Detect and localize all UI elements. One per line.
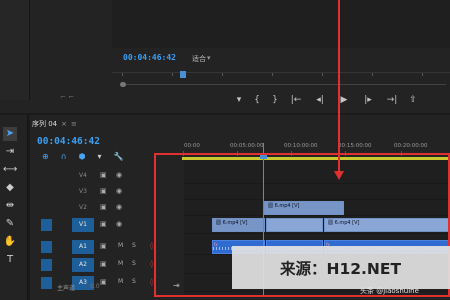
video-preview bbox=[112, 0, 450, 48]
track-label[interactable]: V3 bbox=[72, 185, 94, 199]
ruler-tick bbox=[172, 73, 173, 76]
watermark-text: 来源：H12.NET bbox=[280, 260, 402, 278]
ruler-tick bbox=[122, 73, 123, 76]
track-label[interactable]: A2 bbox=[72, 258, 94, 272]
film-icon[interactable]: ▣ bbox=[100, 278, 107, 286]
mute-button[interactable]: M bbox=[118, 278, 123, 285]
slip-tool-icon[interactable]: ⇹ bbox=[3, 199, 17, 213]
program-monitor: 00:04:46:42 适合 ▾ ⌐ ⌐ ▾ { } |← ◂| ▶ |▸ →|… bbox=[0, 0, 450, 113]
ruler-tick bbox=[422, 73, 423, 76]
hand-tool-icon[interactable]: ✋ bbox=[3, 235, 17, 249]
mute-button[interactable]: M bbox=[118, 260, 123, 267]
play-icon[interactable]: ▶ bbox=[332, 93, 356, 107]
type-tool-icon[interactable]: T bbox=[3, 253, 17, 267]
step-forward-icon[interactable]: |▸ bbox=[356, 93, 380, 107]
track-header-a2: A2 ▣ M S ◊ bbox=[30, 257, 154, 273]
menu-icon[interactable]: ≡ bbox=[71, 120, 77, 128]
transport-controls: ▾ { } |← ◂| ▶ |▸ →| ⇧ bbox=[230, 93, 422, 107]
lift-icon[interactable]: ⇧ bbox=[404, 93, 422, 107]
go-to-in-icon[interactable]: |← bbox=[284, 93, 308, 107]
film-icon[interactable]: ▣ bbox=[100, 203, 107, 211]
ruler-tick bbox=[272, 73, 273, 76]
track-header-v4: V4 ▣ ◉ bbox=[30, 168, 154, 184]
keyframe-icon[interactable]: ◊ bbox=[150, 242, 153, 250]
keyframe-icon[interactable]: ◊ bbox=[150, 260, 153, 268]
eye-icon[interactable]: ◉ bbox=[116, 171, 122, 179]
source-patch[interactable] bbox=[41, 259, 52, 271]
monitor-playhead[interactable] bbox=[180, 71, 186, 78]
go-to-out-icon[interactable]: →| bbox=[380, 93, 404, 107]
film-icon[interactable]: ▣ bbox=[100, 260, 107, 268]
tools-panel: ➤ ⇥ ⟷ ◆ ⇹ ✎ ✋ T bbox=[0, 115, 28, 300]
fit-dropdown[interactable]: 适合 bbox=[192, 54, 206, 64]
monitor-zoom-scrollbar[interactable] bbox=[112, 82, 450, 87]
marker-icon[interactable]: ▾ bbox=[230, 93, 248, 107]
ripple-edit-tool-icon[interactable]: ⟷ bbox=[3, 163, 17, 177]
eye-icon[interactable]: ◉ bbox=[116, 203, 122, 211]
mute-button[interactable]: M bbox=[118, 242, 123, 249]
eye-icon[interactable]: ◉ bbox=[116, 187, 122, 195]
eye-icon[interactable]: ◉ bbox=[116, 220, 122, 228]
keyframe-icon[interactable]: ◊ bbox=[150, 278, 153, 286]
ruler-label: 00:00 bbox=[184, 143, 200, 149]
ruler-label: 00:05:00:00 bbox=[230, 143, 264, 149]
wrench-icon[interactable]: ⌐ ⌐ bbox=[60, 93, 74, 101]
film-icon[interactable]: ▣ bbox=[100, 220, 107, 228]
annotation-arrow-line bbox=[338, 0, 340, 178]
track-header-v3: V3 ▣ ◉ bbox=[30, 184, 154, 200]
ruler-label: 00:10:00:00 bbox=[284, 143, 318, 149]
sequence-tab-label: 序列 04 bbox=[32, 120, 58, 128]
track-label[interactable]: A1 bbox=[72, 240, 94, 254]
selection-tool-icon[interactable]: ➤ bbox=[3, 127, 17, 141]
chevron-down-icon[interactable]: ▾ bbox=[207, 54, 211, 62]
scroll-track bbox=[126, 84, 446, 85]
source-panel-edge bbox=[0, 0, 30, 100]
tab-sequence[interactable]: 序列 04 × ≡ bbox=[32, 119, 77, 129]
master-track-label: 主声道 bbox=[57, 285, 76, 292]
source-patch[interactable] bbox=[41, 277, 52, 289]
track-label[interactable]: V2 bbox=[72, 201, 94, 215]
pen-tool-icon[interactable]: ✎ bbox=[3, 217, 17, 231]
ruler-label: 00:20:00:00 bbox=[394, 143, 428, 149]
master-volume-value[interactable]: 0.0 bbox=[90, 283, 100, 290]
track-label[interactable]: V1 bbox=[72, 218, 94, 232]
source-patch[interactable] bbox=[41, 170, 52, 182]
solo-button[interactable]: S bbox=[132, 260, 136, 267]
track-label[interactable]: V4 bbox=[72, 169, 94, 183]
monitor-timecode[interactable]: 00:04:46:42 bbox=[123, 53, 176, 62]
source-patch[interactable] bbox=[41, 186, 52, 198]
ruler-tick bbox=[222, 73, 223, 76]
ruler-tick bbox=[322, 73, 323, 76]
track-header-v1: V1 ▣ ◉ bbox=[30, 217, 154, 233]
mark-out-icon[interactable]: } bbox=[266, 93, 284, 107]
monitor-scrub-bar[interactable] bbox=[112, 72, 450, 82]
film-icon[interactable]: ▣ bbox=[100, 171, 107, 179]
source-patch[interactable] bbox=[41, 219, 52, 231]
sequence-timecode[interactable]: 00:04:46:42 bbox=[37, 136, 100, 147]
source-patch[interactable] bbox=[41, 202, 52, 214]
razor-tool-icon[interactable]: ◆ bbox=[3, 181, 17, 195]
source-patch[interactable] bbox=[41, 241, 52, 253]
track-headers: V4 ▣ ◉ V3 ▣ ◉ V2 ▣ ◉ V1 ▣ ◉ A1 ▣ M S ◊ A… bbox=[30, 160, 154, 295]
film-icon[interactable]: ▣ bbox=[100, 187, 107, 195]
track-header-v2: V2 ▣ ◉ bbox=[30, 200, 154, 216]
track-select-tool-icon[interactable]: ⇥ bbox=[3, 145, 17, 159]
ruler-tick bbox=[372, 73, 373, 76]
step-back-icon[interactable]: ◂| bbox=[308, 93, 332, 107]
solo-button[interactable]: S bbox=[132, 242, 136, 249]
close-icon[interactable]: × bbox=[61, 120, 67, 128]
mark-in-icon[interactable]: { bbox=[248, 93, 266, 107]
solo-button[interactable]: S bbox=[132, 278, 136, 285]
watermark-credit: 头条 @jiaoshuihe bbox=[360, 287, 419, 295]
ruler-label: 00:15:00:00 bbox=[338, 143, 372, 149]
track-header-a1: A1 ▣ M S ◊ bbox=[30, 239, 154, 255]
film-icon[interactable]: ▣ bbox=[100, 242, 107, 250]
